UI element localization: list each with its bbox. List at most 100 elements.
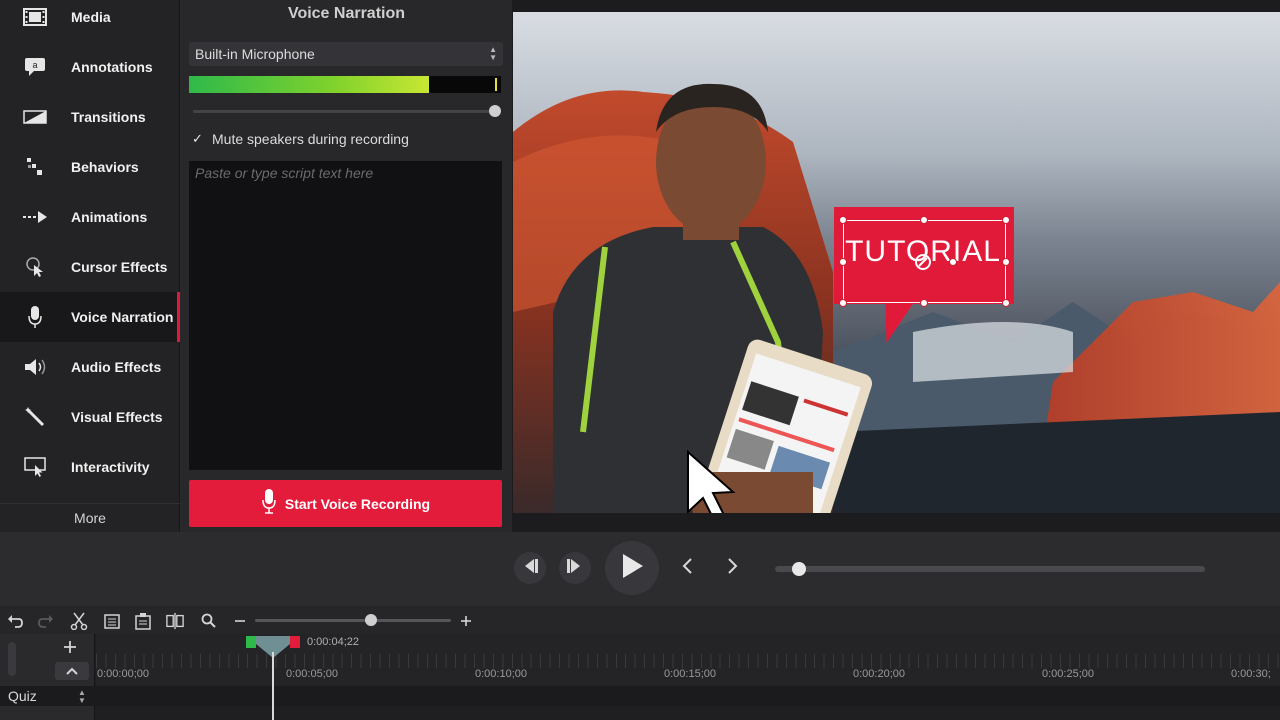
sidebar-item-label: Transitions [71, 109, 146, 125]
sidebar-item-label: Voice Narration [71, 309, 174, 325]
sidebar-item-voice-narration[interactable]: Voice Narration [0, 292, 180, 342]
sidebar-item-media[interactable]: Media [0, 0, 180, 42]
step-back-button[interactable] [514, 552, 546, 584]
timeline: 0:00:00;00 0:00:05;00 0:00:10;00 0:00:15… [0, 634, 1280, 720]
time-tick: 0:00:15;00 [664, 668, 716, 680]
sidebar-item-label: Annotations [71, 59, 153, 75]
film-strip-icon [22, 4, 48, 30]
scrubber-knob[interactable] [791, 562, 806, 576]
undo-icon[interactable] [6, 612, 24, 630]
input-volume-knob[interactable] [489, 105, 501, 117]
add-track-icon[interactable] [62, 639, 78, 660]
track-size-slider[interactable] [8, 642, 16, 676]
microphone-select-value: Built-in Microphone [195, 46, 315, 62]
previous-marker-button[interactable] [673, 552, 701, 584]
resize-handle[interactable] [839, 299, 847, 307]
chevron-right-icon [727, 557, 739, 579]
paste-icon[interactable] [134, 612, 152, 630]
resize-handle[interactable] [1002, 299, 1010, 307]
timeline-toolbar [0, 606, 1280, 634]
mute-speakers-checkbox[interactable]: ✓ [192, 132, 206, 146]
collapse-tracks-button[interactable] [55, 662, 89, 680]
time-tick: 0:00:05;00 [286, 668, 338, 680]
rotate-handle[interactable] [949, 258, 957, 266]
sidebar-item-label: Cursor Effects [71, 259, 168, 275]
magic-wand-icon [22, 404, 48, 430]
playhead-line [272, 652, 274, 720]
microphone-select[interactable]: Built-in Microphone ▲ ▼ [189, 42, 503, 66]
sidebar-item-cursor-effects[interactable]: Cursor Effects [0, 242, 180, 292]
input-level-meter [189, 76, 501, 93]
sidebar-item-transitions[interactable]: Transitions [0, 92, 180, 142]
canvas-area: TUTORIAL [512, 0, 1280, 532]
start-voice-recording-button[interactable]: Start Voice Recording [189, 480, 502, 527]
next-marker-button[interactable] [719, 552, 747, 584]
select-arrows-icon: ▲ ▼ [489, 45, 497, 62]
redo-icon[interactable] [37, 612, 55, 630]
mute-speakers-label: Mute speakers during recording [212, 131, 409, 147]
step-forward-button[interactable] [559, 552, 591, 584]
playback-bar [0, 532, 1280, 606]
microphone-icon [22, 304, 48, 330]
sidebar-item-label: Audio Effects [71, 359, 162, 375]
panel-title: Voice Narration [287, 5, 406, 22]
resize-handle[interactable] [839, 216, 847, 224]
sidebar-item-interactivity[interactable]: Interactivity [0, 442, 180, 492]
sidebar-item-visual-effects[interactable]: Visual Effects [0, 392, 180, 442]
chevron-up-icon [66, 667, 78, 675]
playhead-time: 0:00:04;22 [307, 636, 359, 648]
time-tick: 0:00:30; [1231, 668, 1271, 680]
resize-handle[interactable] [920, 299, 928, 307]
cut-icon[interactable] [70, 612, 88, 630]
quiz-track-label[interactable]: Quiz ▲ ▼ [8, 688, 86, 705]
arrow-icon [22, 204, 48, 230]
resize-handle[interactable] [1002, 216, 1010, 224]
quiz-track[interactable] [0, 686, 1280, 706]
input-volume-slider[interactable] [193, 105, 501, 117]
behaviors-icon [22, 154, 48, 180]
speaker-icon [22, 354, 48, 380]
copy-icon[interactable] [103, 612, 121, 630]
zoom-icon[interactable] [200, 612, 218, 630]
more-button[interactable]: More [0, 503, 180, 532]
play-button[interactable] [605, 541, 659, 595]
move-icon[interactable] [914, 253, 932, 276]
zoom-slider-knob[interactable] [364, 614, 377, 626]
playback-scrubber[interactable] [775, 562, 1205, 576]
select-arrows-icon: ▲ ▼ [78, 688, 86, 705]
play-icon [619, 552, 645, 585]
cursor-icon [22, 254, 48, 280]
resize-handle[interactable] [1002, 258, 1010, 266]
sidebar-item-label: Visual Effects [71, 409, 163, 425]
time-tick: 0:00:25;00 [1042, 668, 1094, 680]
zoom-out-icon[interactable] [231, 612, 249, 630]
resize-handle[interactable] [839, 258, 847, 266]
sidebar-item-animations[interactable]: Animations [0, 192, 180, 242]
sidebar-item-behaviors[interactable]: Behaviors [0, 142, 180, 192]
mute-speakers-option[interactable]: ✓ Mute speakers during recording [192, 130, 409, 148]
time-tick: 0:00:20;00 [853, 668, 905, 680]
resize-handle[interactable] [920, 216, 928, 224]
video-canvas[interactable]: TUTORIAL [513, 12, 1280, 513]
sidebar-item-audio-effects[interactable]: Audio Effects [0, 342, 180, 392]
camtasia-window: Media a Annotations Transitions Behavior… [0, 0, 1280, 720]
transition-icon [22, 104, 48, 130]
step-back-icon [520, 558, 540, 579]
speech-bubble-icon: a [22, 54, 48, 80]
zoom-in-icon[interactable] [457, 612, 475, 630]
sidebar-item-label: Media [71, 9, 111, 25]
zoom-slider[interactable] [255, 614, 451, 626]
start-voice-recording-label: Start Voice Recording [284, 495, 431, 512]
voice-narration-panel: Voice Narration Built-in Microphone ▲ ▼ ✓… [181, 0, 512, 532]
script-textarea[interactable] [189, 161, 502, 470]
input-level-peak [495, 78, 497, 91]
step-forward-icon [565, 558, 585, 579]
quiz-track-label-text: Quiz [8, 688, 37, 704]
sidebar-item-annotations[interactable]: a Annotations [0, 42, 180, 92]
split-icon[interactable] [166, 612, 184, 630]
track-header [0, 634, 95, 720]
sidebar-item-label: Animations [71, 209, 148, 225]
interactivity-icon [22, 454, 48, 480]
time-tick: 0:00:10;00 [475, 668, 527, 680]
sidebar: Media a Annotations Transitions Behavior… [0, 0, 180, 532]
